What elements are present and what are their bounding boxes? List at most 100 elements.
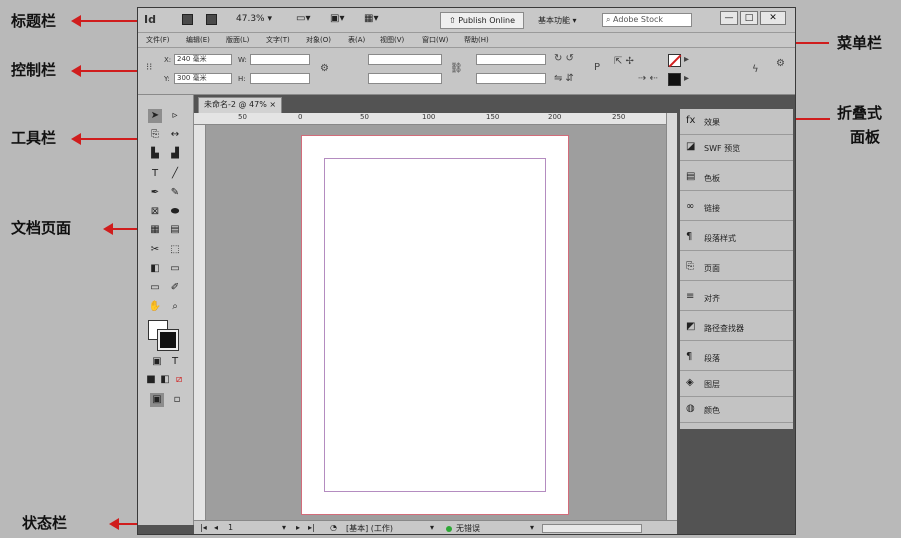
document-tab[interactable]: 未命名-2 @ 47% × — [198, 97, 282, 113]
last-page-icon[interactable]: ▸| — [308, 523, 315, 532]
open-document-icon[interactable]: ◔ — [330, 523, 337, 532]
free-transform-tool-icon[interactable]: ⬚ — [168, 243, 182, 257]
menu-layout[interactable]: 版面(L) — [226, 35, 249, 45]
menu-view[interactable]: 视图(V) — [380, 35, 404, 45]
panel-links[interactable]: ∞ 链接 — [680, 195, 793, 221]
view-options-icon[interactable]: ▭▾ — [296, 13, 310, 24]
menu-file[interactable]: 文件(F) — [146, 35, 170, 45]
menu-object[interactable]: 对象(O) — [306, 35, 331, 45]
panel-swf-preview[interactable]: ◪ SWF 预览 — [680, 135, 793, 161]
preflight-menu-icon[interactable]: ▾ — [430, 523, 434, 532]
line-tool-icon[interactable]: ╱ — [168, 167, 182, 181]
normal-mode-icon[interactable]: ▣ — [150, 393, 164, 407]
preflight-status[interactable]: 无错误 — [456, 523, 480, 534]
stock-icon[interactable] — [206, 14, 217, 25]
grid-tool-icon[interactable]: ▤ — [168, 223, 182, 237]
rotate-icon[interactable]: ↻ ↺ — [554, 53, 574, 64]
pencil-tool-icon[interactable]: ✎ — [168, 186, 182, 200]
width-field[interactable] — [250, 54, 310, 65]
scissors-tool-icon[interactable]: ✂ — [148, 243, 162, 257]
fill-stroke-proxy[interactable] — [148, 320, 182, 352]
gradient-swatch-tool-icon[interactable]: ◧ — [148, 262, 162, 276]
menu-type[interactable]: 文字(T) — [266, 35, 290, 45]
panel-layers[interactable]: ◈ 图层 — [680, 371, 793, 397]
table-tool-icon[interactable]: ▦ — [148, 223, 162, 237]
rectangle-frame-tool-icon[interactable]: ⊠ — [148, 205, 162, 219]
zoom-level[interactable]: 47.3% ▾ — [236, 14, 272, 24]
panel-align[interactable]: ≡ 对齐 — [680, 285, 793, 311]
panel-pages[interactable]: ⎘ 页面 — [680, 255, 793, 281]
preflight-profile[interactable]: [基本] (工作) — [346, 523, 393, 534]
gradient-feather-tool-icon[interactable]: ▭ — [168, 262, 182, 276]
page-menu-icon[interactable]: ▾ — [282, 523, 286, 532]
panel-pathfinder[interactable]: ◩ 路径查找器 — [680, 315, 793, 341]
adobe-stock-search[interactable]: ⌕ Adobe Stock — [602, 13, 692, 27]
rotation-field[interactable] — [476, 54, 546, 65]
panel-color[interactable]: ◍ 颜色 — [680, 397, 793, 423]
minimize-button[interactable]: — — [720, 11, 738, 25]
maximize-button[interactable]: □ — [740, 11, 758, 25]
page-number-field[interactable]: 1 — [228, 523, 233, 532]
menu-window[interactable]: 窗口(W) — [422, 35, 448, 45]
panel-paragraph[interactable]: ¶ 段落 — [680, 345, 793, 371]
first-page-icon[interactable]: |◂ — [200, 523, 207, 532]
fill-menu-icon[interactable]: ▸ — [684, 73, 689, 84]
panel-swatches[interactable]: ▤ 色板 — [680, 165, 793, 191]
pasteboard[interactable] — [206, 125, 666, 520]
selection-tool-icon[interactable]: ➤ — [148, 109, 162, 123]
workspace-switcher[interactable]: 基本功能 ▾ — [538, 15, 577, 26]
horizontal-ruler[interactable]: 50 0 50 100 150 200 250 — [194, 113, 677, 125]
direct-selection-tool-icon[interactable]: ▹ — [168, 109, 182, 123]
control-panel-menu-icon[interactable]: ⚙ — [776, 58, 785, 69]
height-field[interactable] — [250, 73, 310, 84]
constrain-proportions-icon[interactable]: ⚙ — [320, 63, 329, 74]
flip-icon[interactable]: ⇋ ⇵ — [554, 73, 574, 84]
menu-edit[interactable]: 编辑(E) — [186, 35, 210, 45]
shear-field[interactable] — [476, 73, 546, 84]
arrange-documents-icon[interactable]: ▦▾ — [364, 13, 378, 24]
gap-tool-icon[interactable]: ↔ — [168, 128, 182, 142]
scale-x-field[interactable] — [368, 54, 442, 65]
stroke-swatch-proxy[interactable] — [157, 329, 179, 351]
select-content-icon[interactable]: ⇱ ✢ — [614, 56, 634, 67]
hand-tool-icon[interactable]: ✋ — [148, 300, 162, 314]
apply-color-icon[interactable]: ■ — [144, 373, 158, 387]
previous-page-icon[interactable]: ◂ — [214, 523, 218, 532]
type-tool-icon[interactable]: T — [148, 167, 162, 181]
apply-none-icon[interactable]: ⧄ — [172, 373, 186, 387]
bridge-icon[interactable] — [182, 14, 193, 25]
reference-point-icon[interactable]: ⁝⁝ — [146, 62, 152, 73]
select-next-icon[interactable]: ⇢ ⇠ — [638, 73, 658, 84]
content-placer-icon[interactable]: ▟ — [168, 147, 182, 161]
page-tool-icon[interactable]: ⎘ — [148, 128, 162, 142]
formatting-container-icon[interactable]: ▣ — [150, 355, 164, 369]
document-page[interactable] — [301, 135, 569, 515]
preview-mode-icon[interactable]: ▫ — [170, 393, 184, 407]
vertical-scrollbar[interactable] — [666, 113, 677, 520]
panel-effects[interactable]: fx 效果 — [680, 109, 793, 135]
next-page-icon[interactable]: ▸ — [296, 523, 300, 532]
publish-online-button[interactable]: ⇧ Publish Online — [440, 12, 524, 29]
note-tool-icon[interactable]: ▭ — [148, 281, 162, 295]
y-position-field[interactable]: 300 毫米 — [174, 73, 232, 84]
panel-paragraph-styles[interactable]: ¶ 段落样式 — [680, 225, 793, 251]
zoom-tool-icon[interactable]: ⌕ — [168, 300, 182, 314]
select-container-icon[interactable]: P — [594, 62, 600, 73]
preflight-options-icon[interactable]: ▾ — [530, 523, 534, 532]
formatting-text-icon[interactable]: T — [168, 355, 182, 369]
stroke-swatch[interactable] — [668, 54, 681, 67]
x-position-field[interactable]: 240 毫米 — [174, 54, 232, 65]
menu-table[interactable]: 表(A) — [348, 35, 365, 45]
eyedropper-tool-icon[interactable]: ✐ — [168, 281, 182, 295]
stroke-menu-icon[interactable]: ▸ — [684, 54, 689, 65]
quick-apply-icon[interactable]: ϟ — [752, 64, 759, 75]
screen-mode-icon[interactable]: ▣▾ — [330, 13, 344, 24]
close-button[interactable]: ✕ — [760, 11, 786, 25]
fill-swatch[interactable] — [668, 73, 681, 86]
apply-gradient-icon[interactable]: ◧ — [158, 373, 172, 387]
menu-help[interactable]: 帮助(H) — [464, 35, 489, 45]
horizontal-scrollbar[interactable] — [542, 524, 642, 533]
vertical-ruler[interactable] — [194, 125, 206, 520]
link-scale-icon[interactable]: ⛓ — [450, 63, 463, 74]
ellipse-tool-icon[interactable]: ⬬ — [168, 205, 182, 219]
